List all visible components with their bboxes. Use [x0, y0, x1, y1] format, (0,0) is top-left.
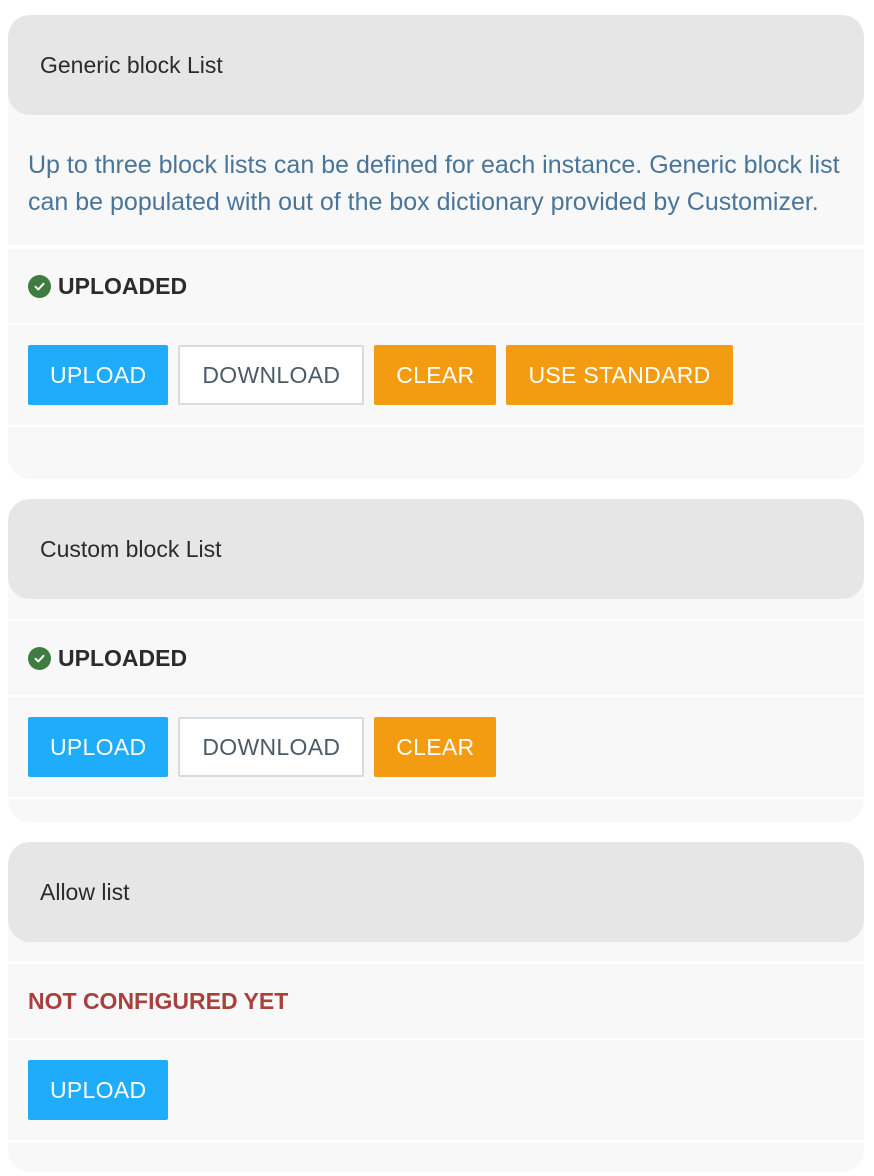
check-circle-icon — [28, 646, 51, 670]
generic-block-list-card: Generic block List Up to three block lis… — [8, 15, 864, 479]
upload-button[interactable]: UPLOAD — [28, 345, 169, 405]
card-description: Up to three block lists can be defined f… — [8, 115, 864, 247]
status-label: NOT CONFIGURED YET — [28, 987, 289, 1014]
card-title: Allow list — [40, 878, 130, 905]
status-label: UPLOADED — [58, 272, 188, 299]
button-row: UPLOAD DOWNLOAD CLEAR — [8, 697, 864, 799]
card-title: Custom block List — [40, 535, 222, 562]
upload-button[interactable]: UPLOAD — [28, 1060, 169, 1120]
status-label: UPLOADED — [58, 644, 188, 671]
status-row: NOT CONFIGURED YET — [8, 962, 864, 1040]
card-title: Generic block List — [40, 51, 223, 78]
check-circle-icon — [28, 274, 51, 298]
card-header: Allow list — [8, 842, 864, 942]
download-button[interactable]: DOWNLOAD — [178, 345, 365, 405]
button-row: UPLOAD DOWNLOAD CLEAR USE STANDARD — [8, 325, 864, 427]
clear-button[interactable]: CLEAR — [374, 717, 497, 777]
status-row: UPLOADED — [8, 619, 864, 697]
custom-block-list-card: Custom block List UPLOADED UPLOAD DOWNLO… — [8, 499, 864, 822]
upload-button[interactable]: UPLOAD — [28, 717, 169, 777]
clear-button[interactable]: CLEAR — [374, 345, 497, 405]
use-standard-button[interactable]: USE STANDARD — [506, 345, 733, 405]
button-row: UPLOAD — [8, 1040, 864, 1142]
download-button[interactable]: DOWNLOAD — [178, 717, 365, 777]
status-row: UPLOADED — [8, 247, 864, 325]
allow-list-card: Allow list NOT CONFIGURED YET UPLOAD — [8, 842, 864, 1172]
card-header: Custom block List — [8, 499, 864, 599]
card-header: Generic block List — [8, 15, 864, 115]
